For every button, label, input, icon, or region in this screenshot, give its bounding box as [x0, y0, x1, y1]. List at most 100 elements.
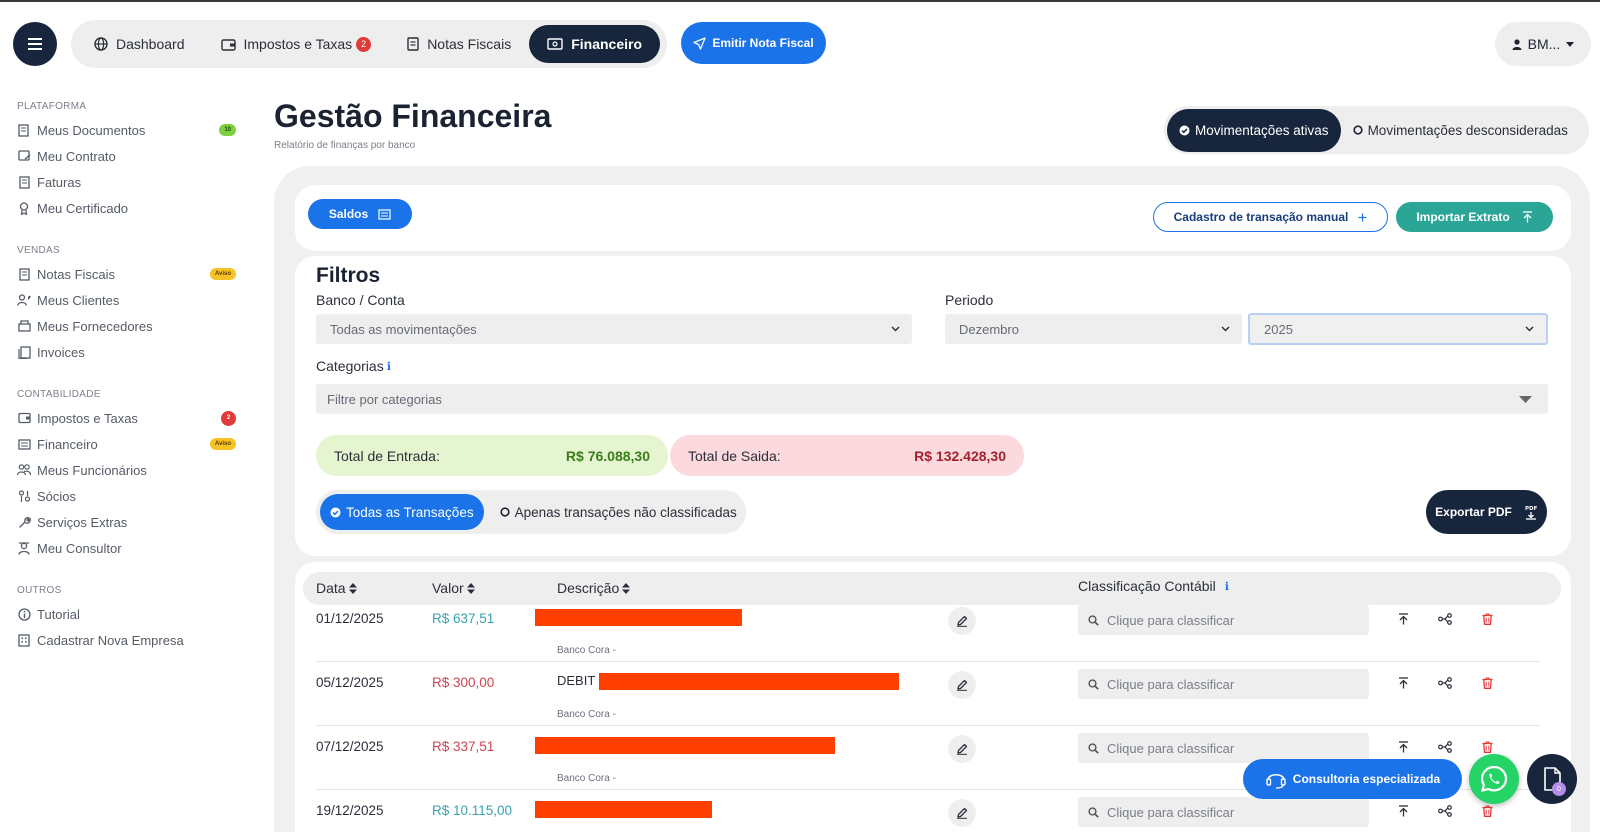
movements-ignored-option[interactable]: Movimentações desconsideradas	[1341, 109, 1580, 152]
sidebar-item-invoices[interactable]: Invoices	[0, 339, 250, 365]
import-statement-button[interactable]: Importar Extrato	[1396, 202, 1553, 232]
consulting-button[interactable]: Consultoria especializada	[1243, 759, 1462, 799]
split-button[interactable]	[1436, 610, 1454, 628]
col-value-header[interactable]: Valor	[432, 580, 475, 596]
nav-dashboard-label: Dashboard	[116, 36, 185, 52]
sidebar-item-notas-fiscais[interactable]: Notas Fiscais Aviso	[0, 261, 250, 287]
edit-button[interactable]	[948, 735, 976, 763]
nav-impostos[interactable]: Impostos e Taxas 2	[203, 25, 390, 63]
edit-button[interactable]	[948, 799, 976, 827]
delete-button[interactable]	[1478, 802, 1496, 820]
pencil-icon	[957, 807, 968, 819]
unclassified-transactions-option[interactable]: Apenas transações não classificadas	[490, 494, 747, 530]
sidebar-item-faturas[interactable]: Faturas	[0, 169, 250, 195]
sidebar-item-cadastrar-empresa[interactable]: Cadastrar Nova Empresa	[0, 627, 250, 653]
upload-button[interactable]	[1394, 738, 1412, 756]
search-icon	[1088, 614, 1099, 626]
table-row: 01/12/2025 R$ 637,51 Banco Cora - Clique…	[316, 597, 1540, 662]
menu-button[interactable]	[13, 22, 57, 66]
month-select[interactable]: Dezembro	[945, 314, 1242, 344]
split-icon	[1438, 613, 1452, 625]
split-button[interactable]	[1436, 738, 1454, 756]
send-icon	[693, 36, 706, 50]
classify-placeholder: Clique para classificar	[1107, 740, 1235, 756]
col-classification-header: Classificação Contábil ℹ	[1078, 578, 1229, 594]
page-subtitle: Relatório de finanças por banco	[274, 140, 416, 151]
col-date-header[interactable]: Data	[316, 580, 357, 596]
upload-button[interactable]	[1394, 802, 1412, 820]
documents-floating-button[interactable]: 0	[1527, 754, 1577, 804]
upload-button[interactable]	[1394, 610, 1412, 628]
manual-transaction-button[interactable]: Cadastro de transação manual	[1153, 202, 1388, 232]
delete-button[interactable]	[1478, 674, 1496, 692]
bank-account-select[interactable]: Todas as movimentações	[316, 314, 912, 344]
import-statement-label: Importar Extrato	[1416, 210, 1510, 224]
headset-icon	[1266, 773, 1286, 789]
classify-input[interactable]: Clique para classificar	[1078, 605, 1369, 635]
sidebar-item-meus-funcionarios[interactable]: Meus Funcionários	[0, 457, 250, 483]
sidebar-item-meu-consultor[interactable]: Meu Consultor	[0, 535, 250, 561]
upload-icon	[1398, 805, 1408, 817]
transaction-bank: Banco Cora -	[557, 709, 616, 720]
sidebar-item-financeiro[interactable]: Financeiro Aviso	[0, 431, 250, 457]
radio-circle-icon	[1352, 125, 1363, 135]
sidebar-item-socios[interactable]: Sócios	[0, 483, 250, 509]
sort-icon	[348, 582, 357, 594]
export-pdf-button[interactable]: Exportar PDF PDF	[1426, 490, 1547, 534]
sidebar-item-meu-contrato[interactable]: Meu Contrato	[0, 143, 250, 169]
sidebar-item-tutorial[interactable]: Tutorial	[0, 601, 250, 627]
total-income-box: Total de Entrada: R$ 76.088,30	[316, 435, 668, 476]
sidebar-item-meus-fornecedores[interactable]: Meus Fornecedores	[0, 313, 250, 339]
user-menu-button[interactable]: BM...	[1495, 22, 1591, 66]
all-transactions-label: Todas as Transações	[346, 504, 474, 520]
movements-active-option[interactable]: Movimentações ativas	[1167, 108, 1341, 152]
sidebar-section-contabilidade: CONTABILIDADE	[17, 389, 101, 400]
split-button[interactable]	[1436, 674, 1454, 692]
sidebar-item-label: Notas Fiscais	[37, 266, 116, 282]
search-icon	[1088, 742, 1099, 754]
categories-placeholder: Filtre por categorias	[327, 391, 442, 407]
upload-button[interactable]	[1394, 674, 1412, 692]
upload-icon	[1522, 211, 1532, 223]
sidebar-section-vendas: VENDAS	[17, 245, 60, 256]
upload-icon	[1398, 677, 1408, 689]
info-circle-icon	[17, 607, 31, 621]
movements-ignored-label: Movimentações desconsideradas	[1367, 122, 1568, 138]
col-description-header[interactable]: Descrição	[557, 580, 631, 596]
edit-button[interactable]	[948, 671, 976, 699]
sidebar-item-meus-documentos[interactable]: Meus Documentos 10	[0, 117, 250, 143]
whatsapp-button[interactable]	[1469, 754, 1519, 804]
col-description-label: Descrição	[557, 580, 620, 596]
edit-button[interactable]	[948, 607, 976, 635]
radio-circle-icon	[499, 507, 510, 517]
year-select[interactable]: 2025	[1248, 313, 1548, 345]
sidebar-section-plataforma: PLATAFORMA	[17, 101, 87, 112]
split-button[interactable]	[1436, 802, 1454, 820]
nav-notas-fiscais[interactable]: Notas Fiscais	[389, 25, 529, 63]
saldos-button[interactable]: Saldos	[308, 199, 412, 229]
taxes-count-badge: 2	[221, 410, 236, 426]
emit-invoice-button[interactable]: Emitir Nota Fiscal	[681, 22, 826, 64]
sidebar-item-label: Meus Clientes	[37, 292, 120, 308]
total-income-value: R$ 76.088,30	[565, 447, 650, 464]
sidebar-item-meus-clientes[interactable]: Meus Clientes	[0, 287, 250, 313]
classify-input[interactable]: Clique para classificar	[1078, 797, 1369, 827]
info-icon[interactable]: ℹ	[387, 360, 391, 373]
pencil-icon	[957, 615, 968, 627]
nav-financeiro[interactable]: Financeiro	[529, 25, 661, 63]
categories-select[interactable]: Filtre por categorias	[316, 384, 1548, 414]
sidebar-item-meu-certificado[interactable]: Meu Certificado	[0, 195, 250, 221]
nav-financeiro-label: Financeiro	[571, 36, 643, 52]
delete-button[interactable]	[1478, 610, 1496, 628]
contract-icon	[17, 149, 31, 163]
user-icon	[1512, 38, 1522, 50]
all-transactions-option[interactable]: Todas as Transações	[320, 494, 484, 530]
caret-down-icon	[1519, 395, 1532, 403]
info-icon[interactable]: ℹ	[1225, 580, 1229, 593]
sidebar-item-servicos-extras[interactable]: Serviços Extras	[0, 509, 250, 535]
nav-dashboard[interactable]: Dashboard	[76, 25, 203, 63]
classify-input[interactable]: Clique para classificar	[1078, 669, 1369, 699]
sidebar-item-impostos[interactable]: Impostos e Taxas 2	[0, 405, 250, 431]
transaction-date: 01/12/2025	[316, 611, 384, 626]
